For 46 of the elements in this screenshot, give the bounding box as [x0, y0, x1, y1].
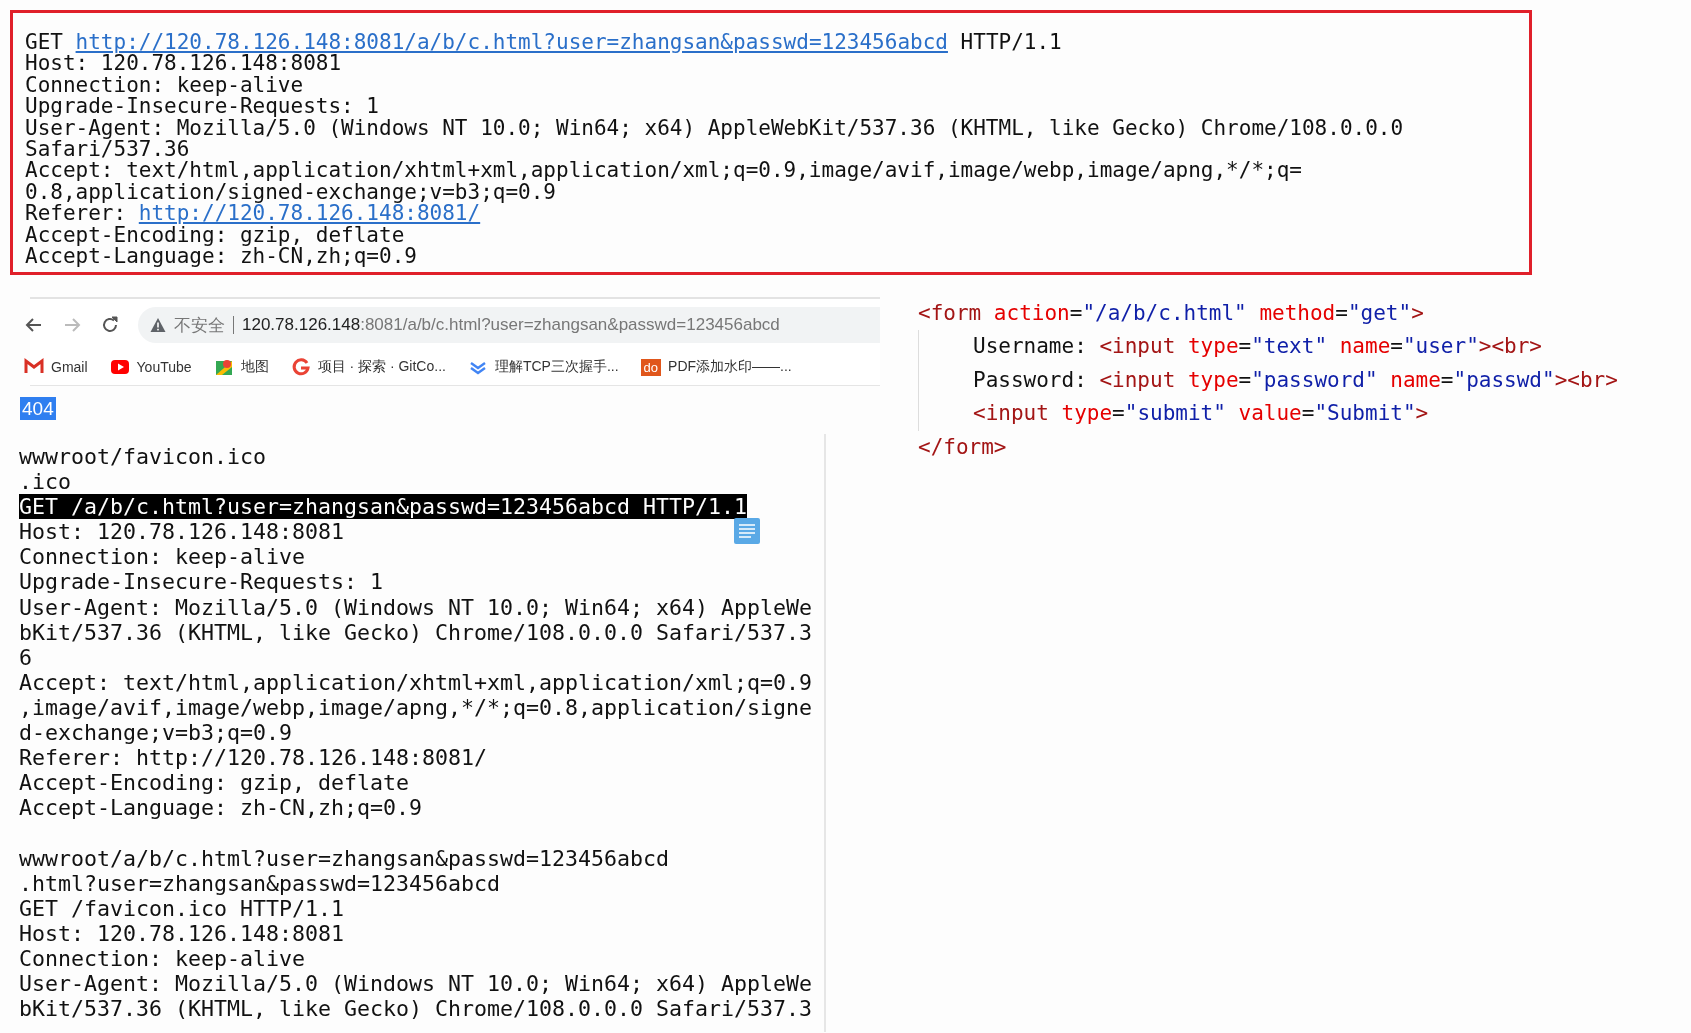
terminal-line: Host: 120.78.126.148:8081	[19, 920, 344, 946]
bookmark-item[interactable]: 地图	[213, 357, 269, 377]
document-icon	[734, 518, 760, 544]
terminal-line: ,image/avif,image/webp,image/apng,*/*;q=0.8,application/signe	[19, 694, 813, 720]
header-text: HTTP/1.1	[959, 30, 1062, 54]
url-link[interactable]: http://120.78.126.148:8081/a/b/c.html?user=zhangsan&passwd=123456abcd	[75, 30, 948, 54]
play-icon	[109, 357, 130, 377]
terminal-line: bKit/537.36 (KHTML, like Gecko) Chrome/108.0.0.0 Safari/537.3	[19, 996, 813, 1022]
code-line: </form>	[918, 433, 1008, 461]
header-text: Connection: keep-alive	[25, 72, 304, 97]
code-line: Password: <input type="password" name="passwd"><br>	[973, 366, 1618, 394]
terminal-line: Host: 120.78.126.148:8081	[19, 519, 344, 545]
header-text: Accept: text/html,application/xhtml+xml,application/xml;q=0.9,image/avif,image/webp,image/apng,*/*;q=	[25, 158, 1302, 183]
terminal-line: d-exchange;v=b3;q=0.9	[19, 720, 292, 746]
terminal-line: User-Agent: Mozilla/5.0 (Windows NT 10.0; Win64; x64) AppleWe	[19, 594, 813, 620]
warning-icon	[150, 317, 166, 333]
page-text: 404	[20, 397, 56, 420]
terminal-line: User-Agent: Mozilla/5.0 (Windows NT 10.0; Win64; x64) AppleWe	[19, 970, 813, 996]
terminal-line: bKit/537.36 (KHTML, like Gecko) Chrome/108.0.0.0 Safari/537.3	[19, 619, 813, 645]
code-line: <input type="submit" value="Submit">	[973, 400, 1430, 428]
map-pin-icon	[213, 357, 234, 377]
terminal-line: Connection: keep-alive	[19, 544, 305, 570]
terminal-line: .ico	[19, 469, 71, 495]
terminal-line: Upgrade-Insecure-Requests: 1	[19, 569, 383, 595]
terminal-line: Referer: http://120.78.126.148:8081/	[19, 745, 488, 771]
reload-icon[interactable]	[100, 315, 120, 335]
bookmark-item[interactable]: 项目 · 探索 · GitCo...	[290, 357, 446, 377]
code-line: <form action="/a/b/c.html" method="get">	[918, 300, 1425, 327]
terminal-line: Accept-Encoding: gzip, deflate	[19, 770, 410, 796]
header-text: GET	[25, 30, 64, 54]
bookmark-item[interactable]: Gmail	[24, 357, 88, 377]
ring-icon	[290, 357, 311, 377]
terminal-line: 6	[19, 644, 32, 670]
terminal-line: .html?user=zhangsan&passwd=123456abcd	[19, 870, 501, 896]
terminal-line: Connection: keep-alive	[19, 945, 305, 971]
code-line: Username: <input type="text" name="user"><br>	[973, 333, 1543, 361]
terminal-line: GET /favicon.ico HTTP/1.1	[19, 895, 344, 921]
bookmark-item[interactable]: do PDF添加水印——...	[640, 357, 792, 377]
terminal-line: Accept: text/html,application/xhtml+xml,application/xml;q=0.9	[19, 669, 813, 695]
badge-icon: do	[640, 358, 662, 376]
address-bar[interactable]: 不安全 120.78.126.148:8081/a/b/c.html?user=zhangsan&passwd=123456abcd	[138, 307, 880, 343]
terminal-line: wwwroot/favicon.ico	[19, 444, 266, 469]
terminal-line: wwwroot/a/b/c.html?user=zhangsan&passwd=123456abcd	[19, 845, 670, 871]
terminal-line: Accept-Language: zh-CN,zh;q=0.9	[19, 795, 423, 821]
bookmark-item[interactable]: 理解TCP三次握手...	[467, 357, 619, 377]
bookmark-item[interactable]: YouTube	[109, 357, 192, 377]
